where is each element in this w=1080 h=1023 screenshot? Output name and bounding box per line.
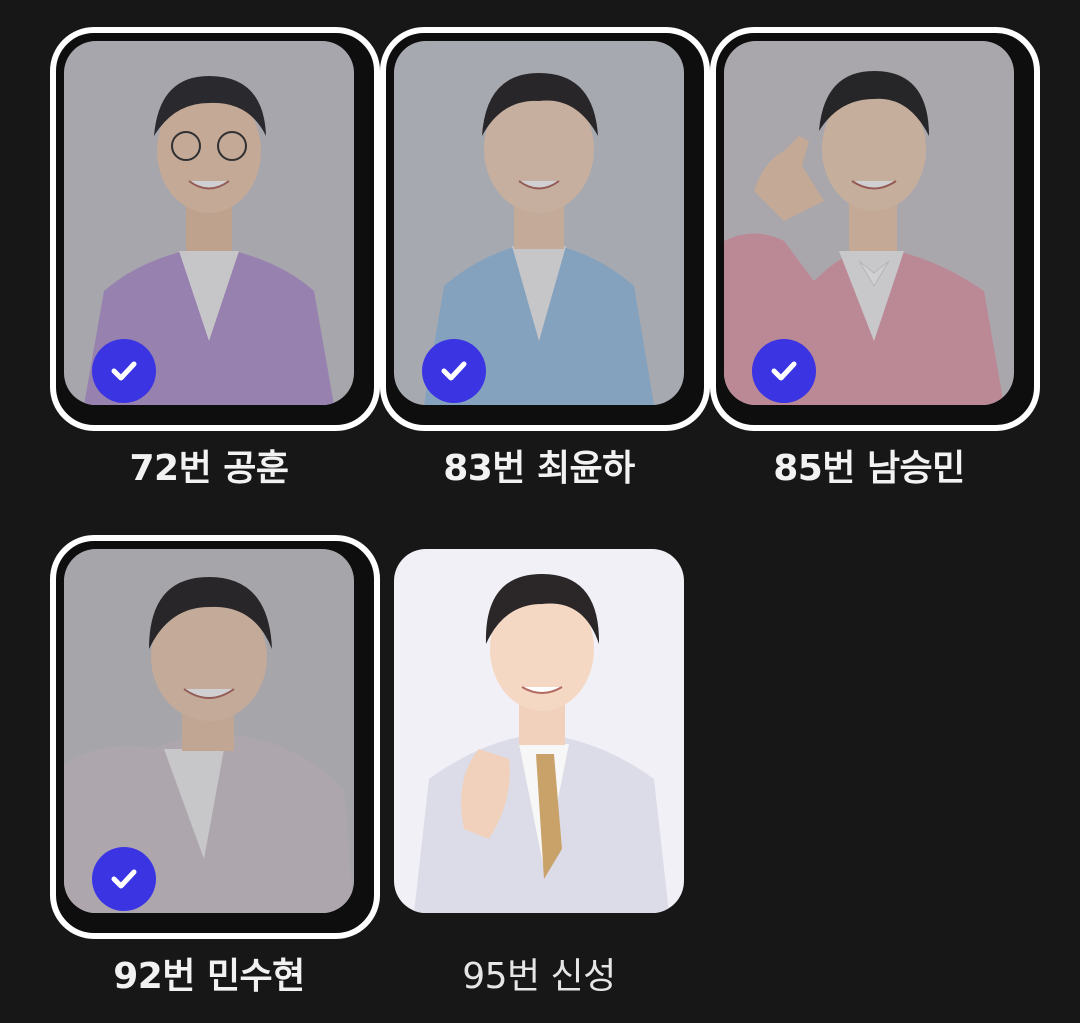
candidate-name: 83번 최윤하	[443, 448, 635, 489]
check-icon	[752, 339, 816, 403]
candidate-photo	[394, 549, 684, 913]
candidate-name: 72번 공훈	[129, 448, 290, 489]
candidate-photo	[64, 41, 354, 405]
candidate-name: 95번 신성	[462, 956, 616, 997]
candidate-photo	[724, 41, 1014, 405]
candidate-name: 92번 민수현	[113, 956, 305, 997]
check-icon	[92, 339, 156, 403]
candidate-name: 85번 남승민	[773, 448, 965, 489]
check-icon	[422, 339, 486, 403]
candidate-photo	[394, 41, 684, 405]
check-icon	[92, 847, 156, 911]
candidate-photo	[64, 549, 354, 913]
